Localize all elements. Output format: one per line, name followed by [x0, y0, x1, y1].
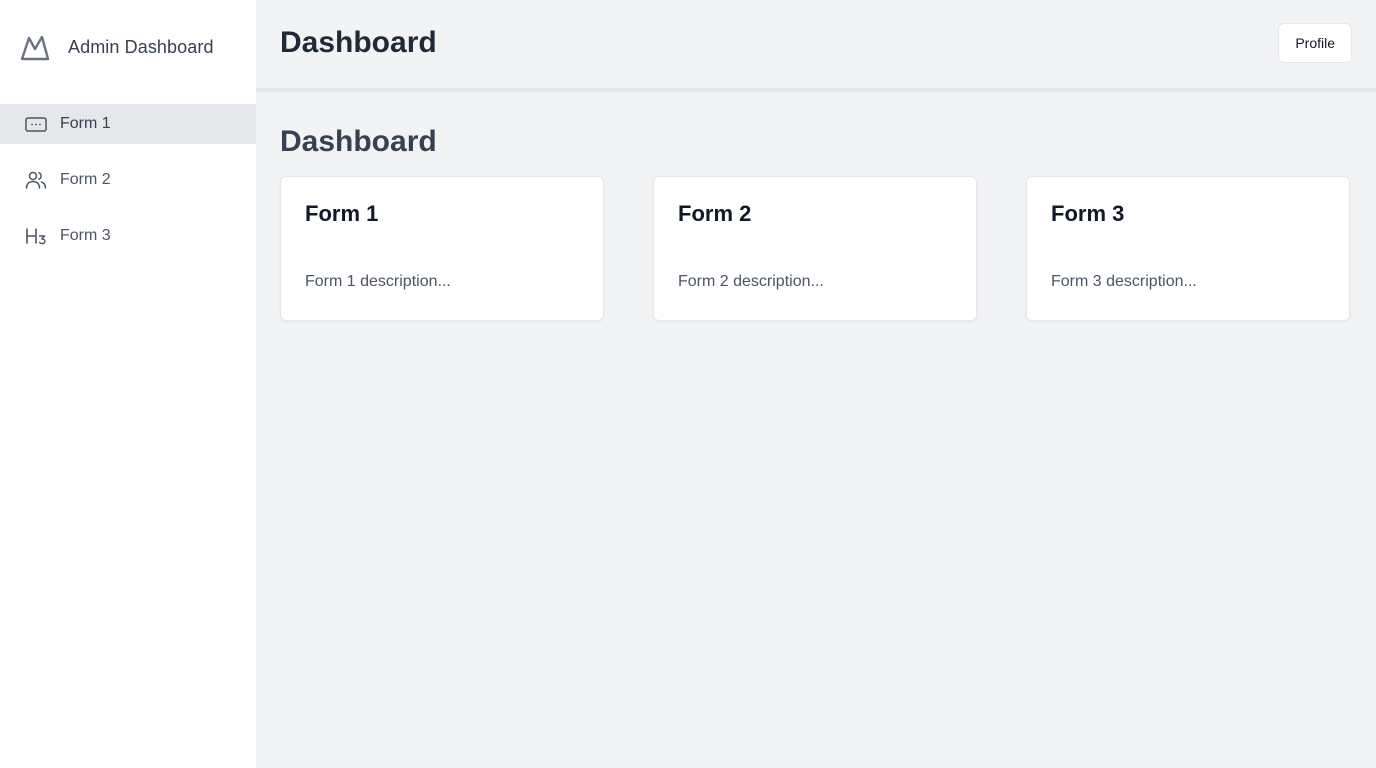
form-card-1[interactable]: Form 1 Form 1 description...: [280, 176, 604, 321]
heading-3-icon: [24, 224, 48, 248]
top-bar: Dashboard Profile: [256, 0, 1376, 92]
form-card-3[interactable]: Form 3 Form 3 description...: [1026, 176, 1350, 321]
card-description: Form 1 description...: [305, 273, 451, 290]
sidebar: Admin Dashboard Form 1 Form 2 Form 3: [0, 0, 256, 768]
form-card-2[interactable]: Form 2 Form 2 description...: [653, 176, 977, 321]
sidebar-item-label: Form 1: [60, 115, 111, 132]
brand[interactable]: Admin Dashboard: [0, 0, 256, 96]
cards-grid: Form 1 Form 1 description... Form 2 Form…: [280, 176, 1352, 321]
brand-title: Admin Dashboard: [68, 36, 214, 57]
dashboard-content: Dashboard Form 1 Form 1 description... F…: [256, 92, 1376, 321]
card-title: Form 3: [1051, 201, 1125, 226]
main-area: Dashboard Profile Dashboard Form 1 Form …: [256, 0, 1376, 768]
card-description: Form 3 description...: [1051, 273, 1197, 290]
profile-button[interactable]: Profile: [1278, 23, 1352, 63]
card-description: Form 2 description...: [678, 273, 824, 290]
sidebar-nav: Form 1 Form 2 Form 3: [0, 104, 256, 256]
section-title: Dashboard: [280, 125, 437, 158]
mountain-logo-icon: [20, 32, 50, 62]
sidebar-item-label: Form 3: [60, 227, 111, 244]
app-root: Admin Dashboard Form 1 Form 2 Form 3 Das…: [0, 0, 1376, 768]
card-title: Form 2: [678, 201, 752, 226]
sidebar-item-form-3[interactable]: Form 3: [0, 216, 256, 256]
sidebar-item-label: Form 2: [60, 171, 111, 188]
page-title: Dashboard: [280, 26, 437, 59]
sidebar-item-form-1[interactable]: Form 1: [0, 104, 256, 144]
sidebar-item-form-2[interactable]: Form 2: [0, 160, 256, 200]
keyboard-icon: [24, 112, 48, 136]
card-title: Form 1: [305, 201, 379, 226]
users-icon: [24, 168, 48, 192]
